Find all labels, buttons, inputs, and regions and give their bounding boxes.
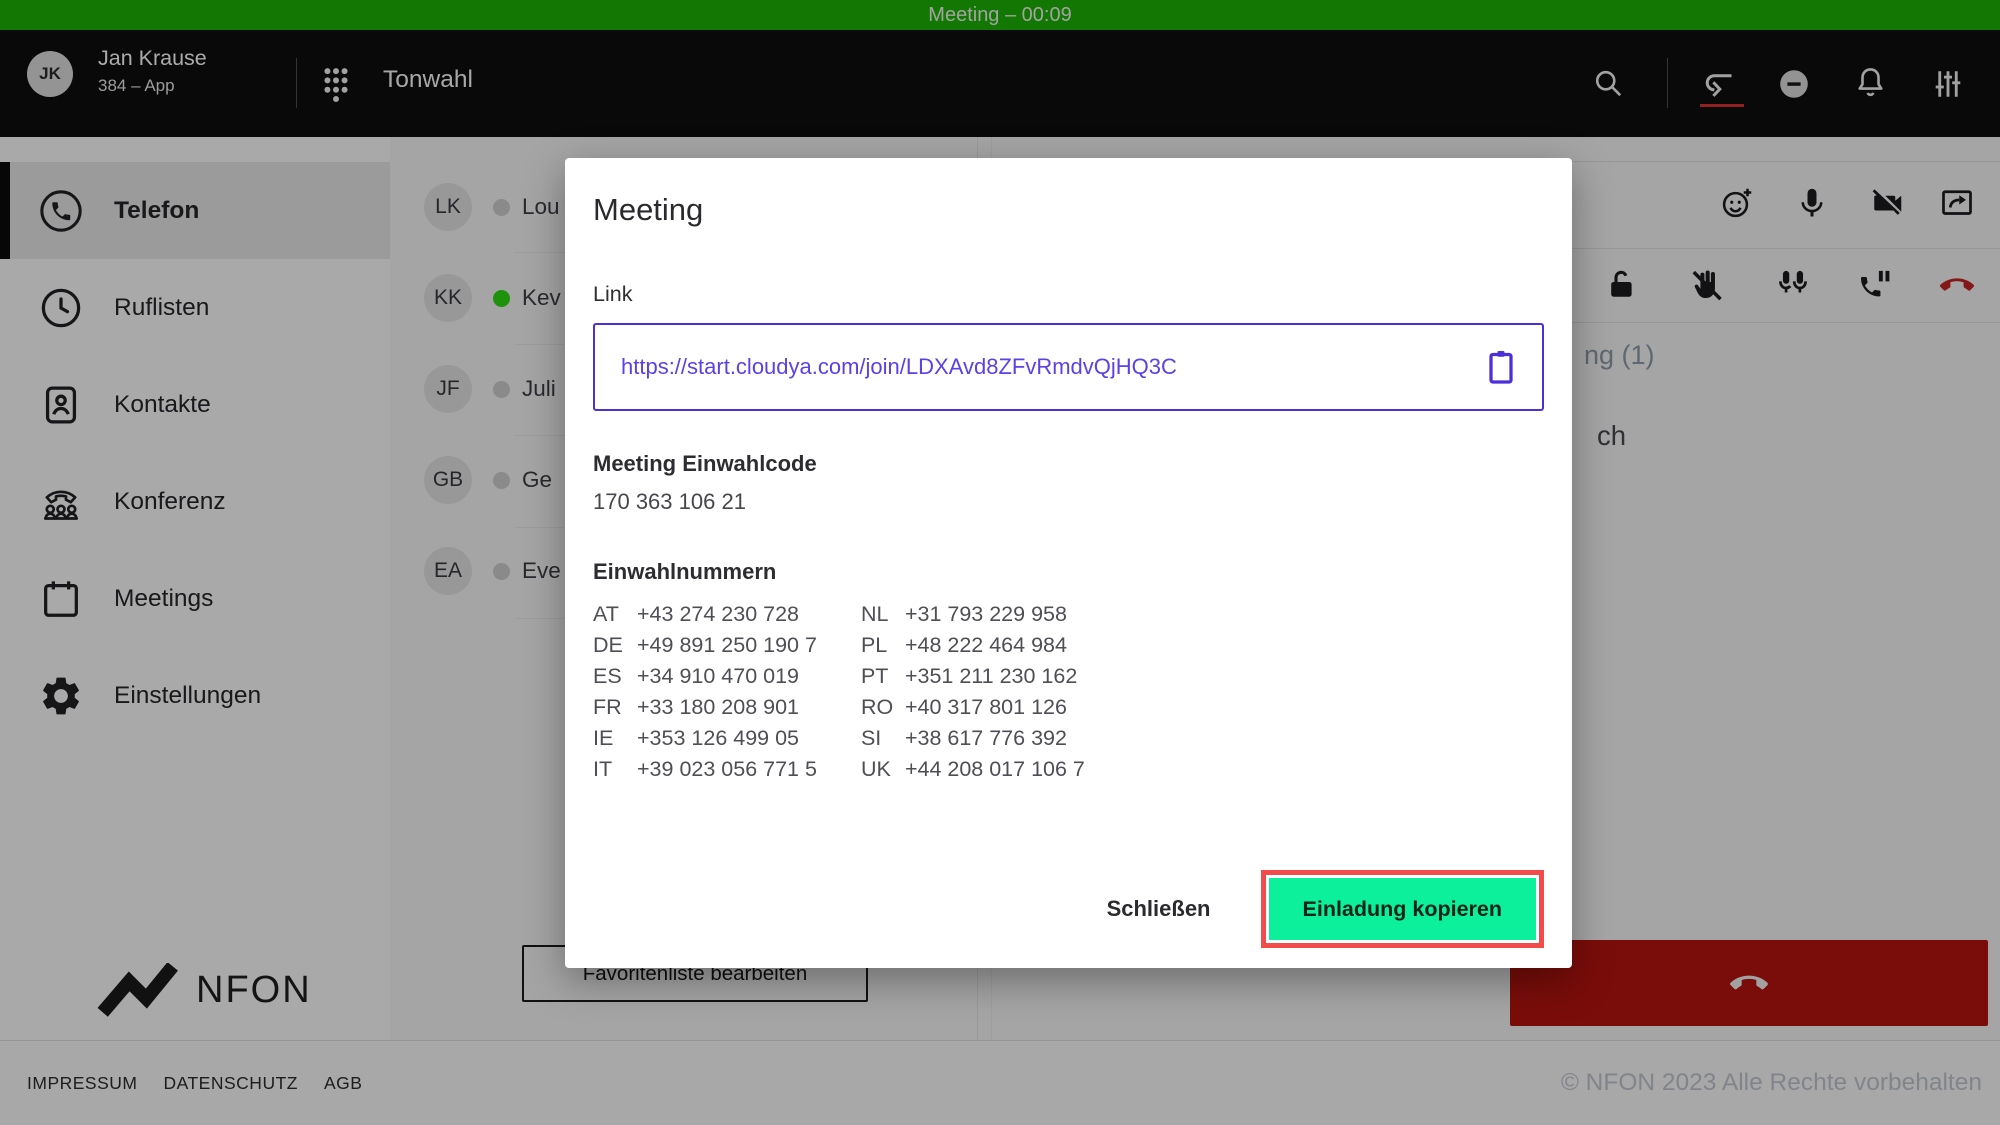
dialin-number-row: PL+48 222 464 984: [861, 630, 1085, 661]
country-code: ES: [593, 664, 637, 689]
phone-number: +33 180 208 901: [637, 695, 799, 720]
dialin-numbers-list: AT+43 274 230 728 DE+49 891 250 190 7 ES…: [593, 599, 1544, 785]
phone-number: +38 617 776 392: [905, 726, 1067, 751]
country-code: SI: [861, 726, 905, 751]
click-highlight-annotation: Einladung kopieren: [1261, 870, 1545, 948]
phone-number: +34 910 470 019: [637, 664, 799, 689]
meeting-link-url[interactable]: https://start.cloudya.com/join/LDXAvd8ZF…: [621, 354, 1486, 380]
dialog-title: Meeting: [593, 192, 1544, 228]
phone-number: +351 211 230 162: [905, 664, 1077, 689]
dialin-number-row: NL+31 793 229 958: [861, 599, 1085, 630]
phone-number: +39 023 056 771 5: [637, 757, 817, 782]
country-code: DE: [593, 633, 637, 658]
dialin-code-value: 170 363 106 21: [593, 489, 1544, 515]
link-label: Link: [593, 282, 1544, 307]
dialin-numbers-label: Einwahlnummern: [593, 559, 1544, 585]
country-code: PT: [861, 664, 905, 689]
phone-number: +44 208 017 106 7: [905, 757, 1085, 782]
country-code: FR: [593, 695, 637, 720]
dialin-number-row: IT+39 023 056 771 5: [593, 754, 817, 785]
dialin-number-row: PT+351 211 230 162: [861, 661, 1085, 692]
phone-number: +40 317 801 126: [905, 695, 1067, 720]
dialog-actions: Schließen Einladung kopieren: [1101, 870, 1544, 948]
phone-number: +43 274 230 728: [637, 602, 799, 627]
close-button[interactable]: Schließen: [1101, 895, 1217, 923]
dialin-number-row: RO+40 317 801 126: [861, 692, 1085, 723]
dialin-number-row: UK+44 208 017 106 7: [861, 754, 1085, 785]
country-code: IE: [593, 726, 637, 751]
country-code: AT: [593, 602, 637, 627]
dialin-number-row: IE+353 126 499 05: [593, 723, 817, 754]
dialin-number-row: AT+43 274 230 728: [593, 599, 817, 630]
country-code: RO: [861, 695, 905, 720]
meeting-link-field[interactable]: https://start.cloudya.com/join/LDXAvd8ZF…: [593, 323, 1544, 411]
dialin-number-row: DE+49 891 250 190 7: [593, 630, 817, 661]
copy-invitation-button[interactable]: Einladung kopieren: [1269, 878, 1537, 940]
country-code: UK: [861, 757, 905, 782]
country-code: NL: [861, 602, 905, 627]
phone-number: +353 126 499 05: [637, 726, 799, 751]
meeting-dialog: Meeting Link https://start.cloudya.com/j…: [565, 158, 1572, 968]
dialin-number-row: ES+34 910 470 019: [593, 661, 817, 692]
dialin-number-row: SI+38 617 776 392: [861, 723, 1085, 754]
phone-number: +48 222 464 984: [905, 633, 1067, 658]
cloudya-app-window: Meeting – 00:09 JK Jan Krause 384 – App …: [0, 0, 2000, 1125]
phone-number: +49 891 250 190 7: [637, 633, 817, 658]
country-code: IT: [593, 757, 637, 782]
dialin-number-row: FR+33 180 208 901: [593, 692, 817, 723]
phone-number: +31 793 229 958: [905, 602, 1067, 627]
copy-link-icon[interactable]: [1486, 348, 1516, 386]
dialin-code-label: Meeting Einwahlcode: [593, 451, 1544, 477]
country-code: PL: [861, 633, 905, 658]
